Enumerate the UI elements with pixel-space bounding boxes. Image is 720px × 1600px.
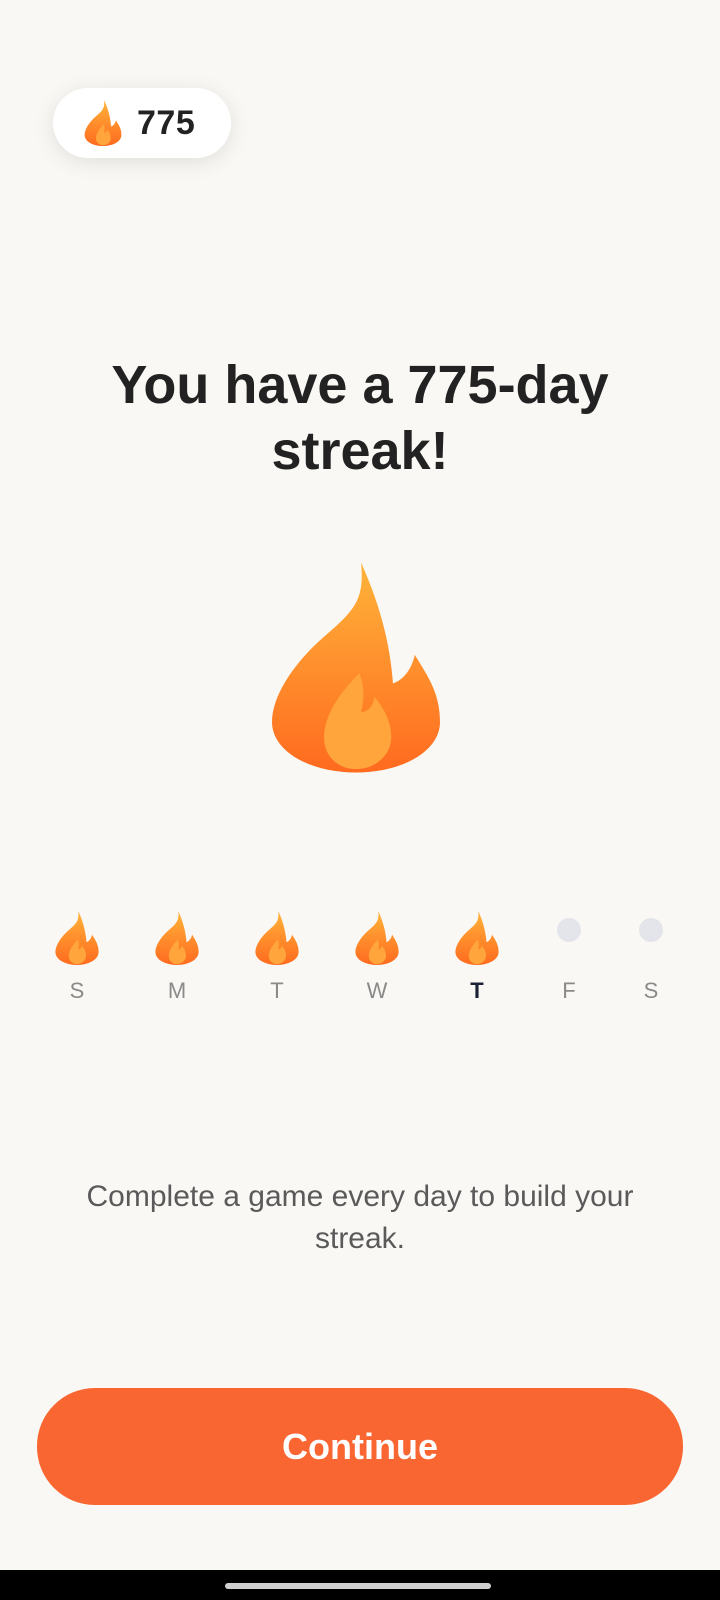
title-line-1: You have a 775-day [111, 355, 609, 415]
streak-badge[interactable]: 775 [53, 88, 231, 158]
flame-icon [455, 911, 499, 965]
day-saturday: S [621, 910, 681, 1004]
flame-icon [255, 911, 299, 965]
day-thursday: T [447, 910, 507, 1004]
week-streak-calendar: S M T W T F S [0, 910, 720, 1020]
day-sunday: S [47, 910, 107, 1004]
pending-day-dot [639, 918, 663, 942]
flame-icon [155, 911, 199, 965]
gesture-handle[interactable] [225, 1583, 491, 1589]
title-line-2: streak! [271, 421, 449, 481]
system-navigation-bar [0, 1570, 720, 1600]
flame-icon [355, 911, 399, 965]
streak-count: 775 [137, 103, 196, 142]
day-wednesday: W [347, 910, 407, 1004]
day-label: S [69, 978, 85, 1003]
day-monday: M [147, 910, 207, 1004]
day-label: T [270, 978, 284, 1003]
day-label: F [562, 978, 576, 1003]
flame-icon [272, 562, 440, 773]
day-friday: F [539, 910, 599, 1004]
day-label: W [366, 978, 388, 1003]
day-label: M [167, 978, 187, 1003]
day-tuesday: T [247, 910, 307, 1004]
page-title: You have a 775-day streak! [40, 352, 680, 484]
day-label: S [643, 978, 659, 1003]
streak-message: Complete a game every day to build your … [86, 1180, 634, 1255]
pending-day-dot [557, 918, 581, 942]
day-label-today: T [470, 978, 484, 1003]
flame-icon [55, 911, 99, 965]
flame-icon [84, 100, 122, 146]
continue-button[interactable]: Continue [37, 1388, 683, 1505]
